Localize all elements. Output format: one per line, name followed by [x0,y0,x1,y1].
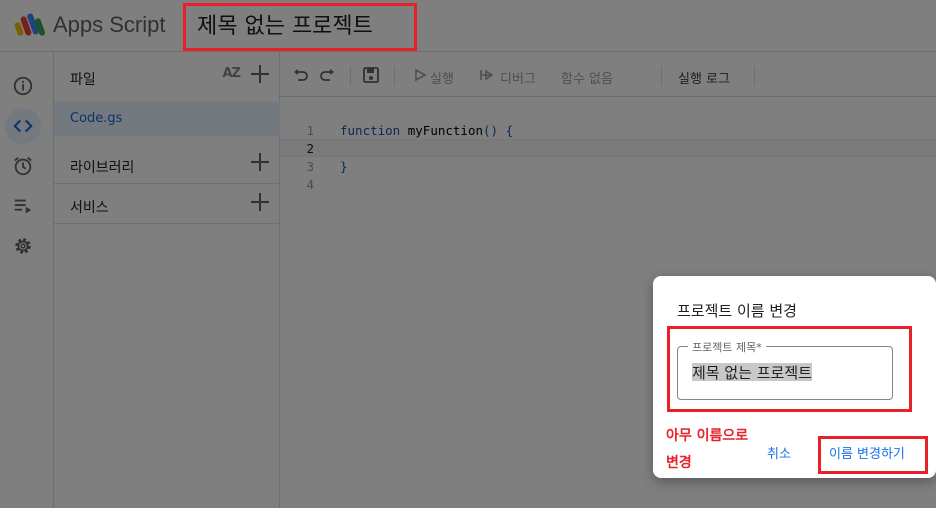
cancel-button[interactable]: 취소 [767,443,791,462]
rename-highlight-box [818,436,928,474]
dialog-title: 프로젝트 이름 변경 [677,302,797,320]
rename-project-dialog: 프로젝트 이름 변경 프로젝트 제목* 아무 이름으로 변경 취소 이름 변경하… [653,276,936,478]
annotation-line-1: 아무 이름으로 [666,428,749,444]
field-highlight-box [667,326,912,412]
title-highlight-box [183,3,417,51]
annotation-line-2: 변경 [666,455,692,471]
